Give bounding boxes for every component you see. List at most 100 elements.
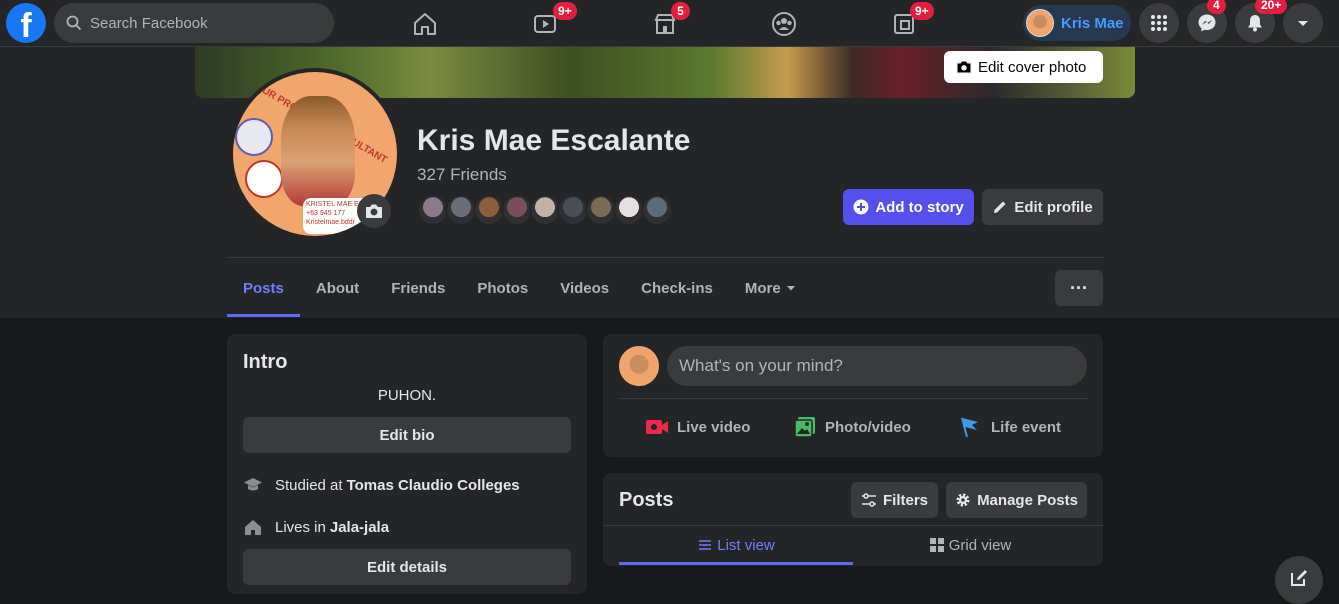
bio-text: PUHON. bbox=[377, 387, 437, 404]
tab-label: Check-ins bbox=[641, 279, 713, 297]
header-divider bbox=[227, 257, 1103, 258]
caret-down-icon bbox=[786, 286, 795, 291]
tab-check-ins[interactable]: Check-ins bbox=[625, 259, 729, 317]
profile-shortcut[interactable]: Kris Mae bbox=[1023, 5, 1131, 41]
new-message-button[interactable] bbox=[1275, 556, 1323, 604]
manage-posts-label: Manage Posts bbox=[977, 491, 1078, 509]
posts-divider bbox=[603, 525, 1103, 526]
tab-about[interactable]: About bbox=[300, 259, 375, 317]
photo-video-button[interactable]: Photo/video bbox=[793, 412, 911, 442]
filters-button[interactable]: Filters bbox=[851, 482, 938, 518]
tab-label: About bbox=[315, 279, 360, 297]
building-logo bbox=[235, 118, 273, 156]
profile-name: Kris Mae Escalante bbox=[417, 124, 691, 157]
edit-bio-button[interactable]: Edit bio bbox=[243, 417, 571, 453]
compose-icon bbox=[1291, 570, 1307, 586]
top-navigation-bar: f 9+ 5 9+ Kris Mae 4 20+ bbox=[0, 0, 1339, 47]
update-profile-picture-button[interactable] bbox=[357, 194, 391, 228]
grid-view-tab[interactable]: Grid view bbox=[853, 527, 1087, 563]
list-view-tab[interactable]: List view bbox=[619, 527, 853, 565]
posts-title: Posts bbox=[619, 489, 674, 511]
add-to-story-label: Add to story bbox=[875, 198, 964, 216]
intro-card: Intro PUHON. Edit bio Studied at Tomas C… bbox=[227, 334, 587, 594]
tab-label: Friends bbox=[391, 279, 446, 297]
tab-friends[interactable]: Friends bbox=[375, 259, 461, 317]
graduation-cap-icon bbox=[244, 478, 262, 491]
pencil-icon bbox=[994, 201, 1006, 213]
residence-prefix: Lives in bbox=[275, 518, 326, 536]
tab-videos[interactable]: Videos bbox=[544, 259, 625, 317]
grid-view-label: Grid view bbox=[948, 536, 1012, 554]
tab-label: Photos bbox=[477, 279, 529, 297]
avatar[interactable] bbox=[619, 346, 659, 386]
account-button[interactable] bbox=[1283, 3, 1323, 43]
photo-video-label: Photo/video bbox=[825, 418, 911, 436]
whats-on-your-mind-input[interactable]: What's on your mind? bbox=[667, 346, 1087, 386]
filters-label: Filters bbox=[882, 491, 928, 509]
profile-tabs: Posts About Friends Photos Videos Check-… bbox=[227, 259, 813, 317]
notifications-badge: 20+ bbox=[1255, 0, 1288, 14]
tab-label: Posts bbox=[243, 279, 284, 297]
flag-icon bbox=[961, 417, 978, 438]
plus-circle-icon bbox=[853, 199, 869, 215]
tab-label: More bbox=[744, 279, 781, 297]
live-video-button[interactable]: Live video bbox=[645, 412, 750, 442]
edit-profile-button[interactable]: Edit profile bbox=[982, 189, 1103, 225]
search-box[interactable] bbox=[54, 3, 334, 43]
edit-details-button[interactable]: Edit details bbox=[243, 549, 571, 585]
profile-face bbox=[281, 96, 355, 206]
friend-avatar[interactable] bbox=[641, 194, 673, 226]
search-icon bbox=[66, 15, 82, 31]
tab-photos[interactable]: Photos bbox=[461, 259, 544, 317]
education-row: Studied at Tomas Claudio Colleges bbox=[243, 475, 520, 495]
grid-icon bbox=[929, 538, 944, 552]
tab-posts[interactable]: Posts bbox=[227, 259, 300, 317]
live-video-icon bbox=[646, 420, 668, 434]
watch-badge: 9+ bbox=[553, 2, 577, 20]
education-school[interactable]: Tomas Claudio Colleges bbox=[347, 477, 520, 494]
add-to-story-button[interactable]: Add to story bbox=[843, 189, 974, 225]
gear-icon bbox=[956, 493, 970, 507]
home-icon bbox=[414, 12, 436, 35]
composer-divider bbox=[619, 398, 1087, 399]
nav-home[interactable] bbox=[369, 0, 481, 47]
marketplace-badge: 5 bbox=[671, 2, 690, 20]
nav-gaming[interactable]: 9+ bbox=[848, 0, 960, 47]
messenger-button[interactable]: 4 bbox=[1187, 0, 1227, 43]
post-composer: What's on your mind? Live video Photo/vi… bbox=[603, 334, 1103, 457]
manage-posts-button[interactable]: Manage Posts bbox=[946, 482, 1087, 518]
menu-button[interactable] bbox=[1139, 3, 1179, 43]
messenger-badge: 4 bbox=[1207, 0, 1226, 14]
friend-avatars bbox=[417, 194, 673, 226]
tab-more[interactable]: More bbox=[729, 259, 813, 317]
live-video-label: Live video bbox=[677, 418, 751, 436]
filter-sliders-icon bbox=[861, 493, 876, 507]
camera-icon bbox=[957, 61, 971, 73]
life-event-label: Life event bbox=[991, 418, 1062, 436]
search-input[interactable] bbox=[90, 14, 310, 32]
home-icon bbox=[245, 520, 261, 535]
nav-watch[interactable]: 9+ bbox=[489, 0, 601, 47]
photo-icon bbox=[794, 417, 815, 438]
facebook-logo-icon[interactable]: f bbox=[6, 3, 46, 43]
profile-header: Edit cover photo YOUR PROPERTY CONSULTAN… bbox=[0, 47, 1339, 318]
edit-profile-label: Edit profile bbox=[1014, 198, 1093, 216]
list-view-label: List view bbox=[717, 536, 775, 554]
edit-cover-photo-button[interactable]: Edit cover photo bbox=[944, 51, 1103, 83]
nav-groups[interactable] bbox=[728, 0, 840, 47]
notifications-button[interactable]: 20+ bbox=[1235, 0, 1288, 43]
life-event-button[interactable]: Life event bbox=[959, 412, 1061, 442]
education-prefix: Studied at bbox=[275, 476, 343, 494]
residence-city[interactable]: Jala-jala bbox=[330, 519, 389, 536]
friends-count[interactable]: 327 Friends bbox=[417, 165, 507, 185]
messenger-icon bbox=[1198, 14, 1216, 32]
grid-menu-icon bbox=[1151, 15, 1167, 31]
nav-marketplace[interactable]: 5 bbox=[609, 0, 721, 47]
gaming-badge: 9+ bbox=[910, 2, 934, 20]
edit-cover-photo-label: Edit cover photo bbox=[978, 58, 1087, 76]
profile-shortcut-name: Kris Mae bbox=[1061, 14, 1124, 32]
groups-icon bbox=[772, 11, 796, 36]
more-options-button[interactable]: ··· bbox=[1055, 270, 1103, 306]
caret-down-icon bbox=[1298, 21, 1308, 26]
posts-section: Posts Filters Manage Posts List view Gri… bbox=[603, 473, 1103, 566]
